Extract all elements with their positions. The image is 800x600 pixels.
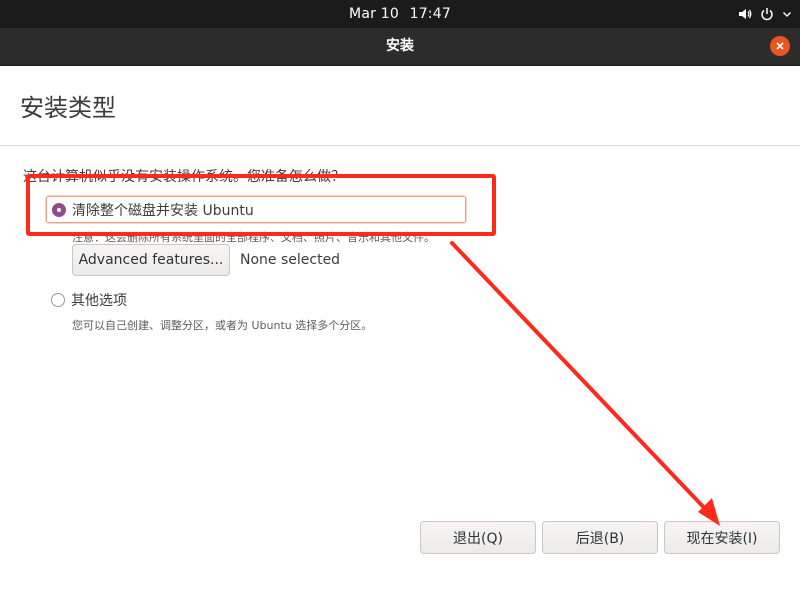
erase-disk-option[interactable]: 清除整个磁盘并安装 Ubuntu xyxy=(46,196,466,223)
clock[interactable]: Mar 10 17:47 xyxy=(0,0,800,28)
back-button[interactable]: 后退(B) xyxy=(542,521,658,554)
clock-time: 17:47 xyxy=(409,6,451,22)
quit-button[interactable]: 退出(Q) xyxy=(420,521,536,554)
top-bar: Mar 10 17:47 xyxy=(0,0,800,28)
install-now-button[interactable]: 现在安装(I) xyxy=(664,521,780,554)
chevron-down-icon[interactable] xyxy=(782,9,792,19)
window-title: 安装 xyxy=(386,38,414,54)
header-divider xyxy=(0,145,800,146)
something-else-option[interactable]: 其他选项 xyxy=(51,289,127,311)
close-icon xyxy=(776,42,784,50)
power-icon[interactable] xyxy=(760,7,774,21)
install-question: 这台计算机似乎没有安装操作系统。您准备怎么做？ xyxy=(23,169,345,185)
advanced-features-button[interactable]: Advanced features... xyxy=(72,244,230,276)
advanced-features-status: None selected xyxy=(240,252,341,268)
window-titlebar: 安装 xyxy=(0,28,800,66)
close-button[interactable] xyxy=(770,36,790,56)
something-else-label: 其他选项 xyxy=(71,293,127,309)
erase-disk-label: 清除整个磁盘并安装 Ubuntu xyxy=(72,202,254,219)
volume-icon[interactable] xyxy=(738,7,752,21)
installer-content: 安装类型 这台计算机似乎没有安装操作系统。您准备怎么做？ 清除整个磁盘并安装 U… xyxy=(0,66,800,600)
page-title: 安装类型 xyxy=(20,94,116,122)
erase-disk-radio[interactable] xyxy=(52,202,66,217)
something-else-note: 您可以自己创建、调整分区，或者为 Ubuntu 选择多个分区。 xyxy=(72,319,373,332)
clock-date: Mar 10 xyxy=(349,6,399,22)
advanced-features-row: Advanced features... None selected xyxy=(72,244,340,276)
system-tray[interactable] xyxy=(738,0,792,28)
erase-disk-note: 注意：这会删除所有系统里面的全部程序、文档、照片、音乐和其他文件。 xyxy=(72,231,435,244)
something-else-radio[interactable] xyxy=(51,293,65,307)
